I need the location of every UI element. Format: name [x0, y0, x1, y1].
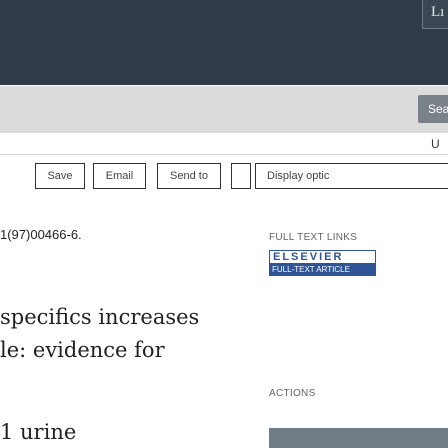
header-corner-button[interactable]: Lı: [422, 0, 448, 29]
actions-heading: ACTIONS: [269, 388, 316, 399]
header-corner-glyph: Lı: [431, 4, 445, 20]
send-to-button[interactable]: Send to: [157, 163, 221, 189]
search-button[interactable]: Sea: [418, 95, 448, 123]
article-title-line-1: specifics increases: [0, 305, 200, 329]
elsevier-logo-text: ELSEVIER: [269, 250, 376, 264]
article-title-line-2: le: evidence for: [0, 338, 165, 362]
article-doi[interactable]: 1(97)00466-6.: [0, 227, 82, 242]
elsevier-full-text-link[interactable]: ELSEVIER FULL-TEXT ARTICLE: [269, 250, 378, 280]
user-guide-link[interactable]: U: [431, 137, 440, 151]
display-options-button[interactable]: Display optic: [255, 163, 448, 189]
search-bar-area: [0, 86, 448, 133]
cite-action-button[interactable]: [269, 428, 448, 448]
save-button[interactable]: Save: [35, 163, 85, 189]
article-title-line-3: 1 urine: [0, 420, 77, 444]
site-header: [0, 0, 448, 85]
full-text-links-heading: FULL TEXT LINKS: [269, 232, 358, 243]
divider: [0, 154, 448, 155]
send-to-dropdown-button[interactable]: [231, 163, 251, 189]
email-button[interactable]: Email: [93, 163, 146, 189]
full-text-article-label: FULL-TEXT ARTICLE: [269, 263, 376, 276]
